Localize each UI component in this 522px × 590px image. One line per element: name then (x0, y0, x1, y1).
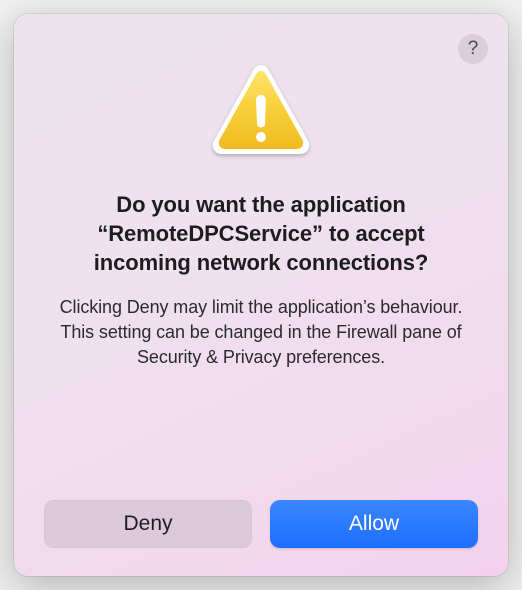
dialog-subtext: Clicking Deny may limit the application’… (44, 295, 478, 371)
help-icon: ? (468, 38, 479, 60)
firewall-permission-dialog: ? Do you want the application “RemoteDPC… (14, 14, 508, 576)
dialog-heading: Do you want the application “RemoteDPCSe… (44, 190, 478, 277)
button-row: Deny Allow (44, 500, 478, 548)
warning-icon (208, 58, 314, 164)
deny-button[interactable]: Deny (44, 500, 252, 548)
help-button[interactable]: ? (458, 34, 488, 64)
allow-button[interactable]: Allow (270, 500, 478, 548)
